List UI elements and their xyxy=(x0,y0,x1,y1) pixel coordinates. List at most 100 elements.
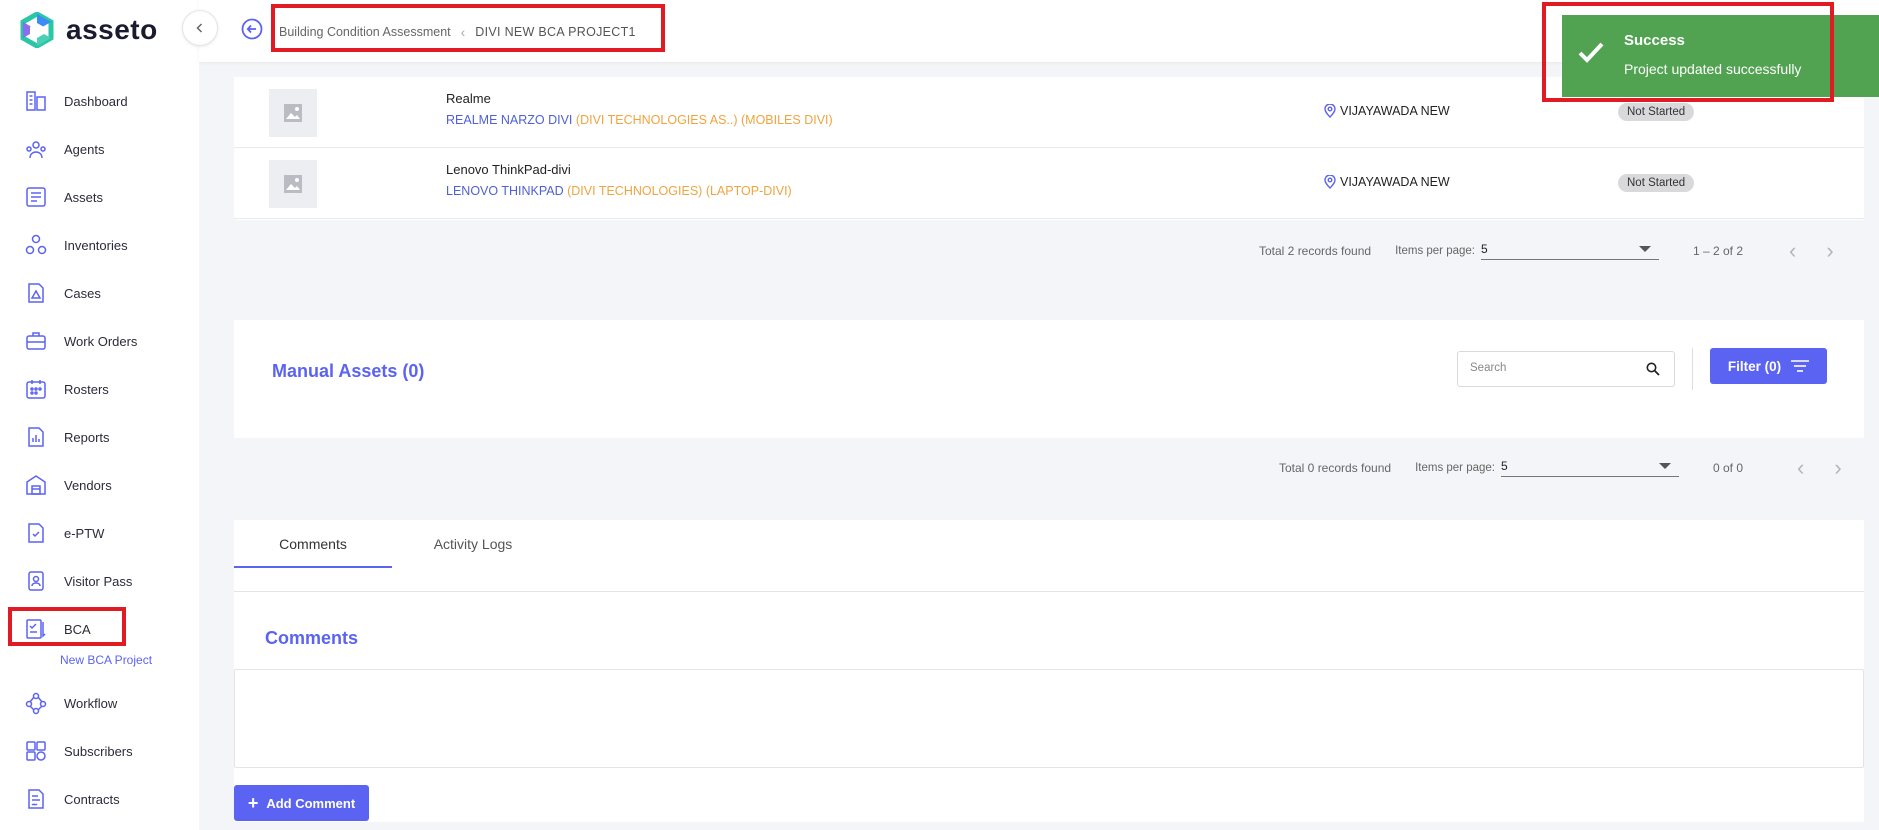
sidebar-item-label: Subscribers xyxy=(64,743,133,759)
records-count: Total 0 records found xyxy=(1279,461,1392,475)
app-logo[interactable]: asseto xyxy=(20,12,158,48)
checkmark-icon xyxy=(1578,42,1604,63)
rosters-icon xyxy=(26,380,46,399)
success-toast[interactable]: Success Project updated successfully xyxy=(1562,15,1879,97)
sidebar-item-label: Dashboard xyxy=(64,93,128,109)
search-icon[interactable] xyxy=(1646,362,1660,376)
vendors-icon xyxy=(26,475,46,495)
toast-title: Success xyxy=(1624,32,1685,49)
page-range: 0 of 0 xyxy=(1712,461,1744,475)
sidebar-item-label: Vendors xyxy=(64,477,112,493)
sidebar-item-cases[interactable]: Cases xyxy=(24,278,101,308)
next-page-button[interactable]: › xyxy=(1826,240,1833,262)
sidebar-item-label: e-PTW xyxy=(64,525,105,541)
sidebar-item-eptw[interactable]: e-PTW xyxy=(24,518,104,548)
status-badge: Not Started xyxy=(1618,174,1695,192)
sidebar-item-workflow[interactable]: Workflow xyxy=(24,688,117,718)
reports-icon xyxy=(28,427,44,447)
previous-page-button[interactable]: ‹ xyxy=(1789,240,1796,262)
next-page-button[interactable]: › xyxy=(1834,457,1841,479)
add-comment-button[interactable]: + Add Comment xyxy=(234,785,369,821)
tab-activity-logs[interactable]: Activity Logs xyxy=(412,522,534,566)
filter-lines-icon xyxy=(1791,360,1810,372)
sidebar-item-label: Work Orders xyxy=(64,333,138,349)
sidebar-item-rosters[interactable]: Rosters xyxy=(24,374,109,404)
breadcrumb: Building Condition Assessment ‹ DIVI NEW… xyxy=(271,14,648,50)
sidebar-subitem-new-bca-project[interactable]: New BCA Project xyxy=(60,653,152,667)
asset-details: REALME NARZO DIVI (DIVI TECHNOLOGIES AS.… xyxy=(446,113,833,127)
asset-location-text: VIJAYAWADA NEW xyxy=(1340,104,1450,118)
toast-message: Project updated successfully xyxy=(1624,61,1802,77)
back-arrow-icon[interactable] xyxy=(241,18,263,40)
sidebar-item-label: Reports xyxy=(64,429,110,445)
asset-model-link[interactable]: REALME NARZO DIVI xyxy=(446,113,572,127)
comments-title: Comments xyxy=(265,628,359,648)
sidebar-item-contracts[interactable]: Contracts xyxy=(24,784,120,814)
location-pin-icon xyxy=(1324,104,1336,118)
asset-company: (DIVI TECHNOLOGIES) xyxy=(567,184,703,198)
app-name: asseto xyxy=(66,14,158,45)
add-comment-label: Add Comment xyxy=(266,795,356,811)
eptw-icon xyxy=(28,523,44,543)
asset-model-link[interactable]: LENOVO THINKPAD xyxy=(446,184,564,198)
breadcrumb-building-condition-assessment[interactable]: Building Condition Assessment xyxy=(279,25,451,39)
comment-textarea[interactable] xyxy=(234,669,1864,768)
asseto-logo-icon xyxy=(20,12,54,48)
previous-page-button[interactable]: ‹ xyxy=(1797,457,1804,479)
chevron-left-icon xyxy=(196,23,203,33)
sidebar-item-label: Inventories xyxy=(64,237,128,253)
divider xyxy=(1692,348,1693,390)
status-badge: Not Started xyxy=(1618,103,1695,121)
sidebar-item-inventories[interactable]: Inventories xyxy=(24,230,128,260)
manual-assets-paginator: Total 0 records found Items per page: 5 … xyxy=(1279,457,1842,479)
collapse-sidebar-button[interactable] xyxy=(182,10,218,46)
page-range: 1 – 2 of 2 xyxy=(1692,244,1744,258)
records-count: Total 2 records found xyxy=(1259,244,1372,258)
items-per-page-select[interactable]: 5 xyxy=(1480,242,1659,260)
sidebar-item-bca[interactable]: BCA xyxy=(24,614,91,644)
work-orders-icon xyxy=(26,332,46,350)
asset-details: LENOVO THINKPAD (DIVI TECHNOLOGIES) (LAP… xyxy=(446,184,792,198)
sidebar-item-subscribers[interactable]: Subscribers xyxy=(24,736,133,766)
dropdown-caret-icon xyxy=(1658,463,1671,469)
manual-assets-title: Manual Assets (0) xyxy=(272,361,425,381)
breadcrumb-current-project: DIVI NEW BCA PROJECT1 xyxy=(475,25,636,39)
image-placeholder-icon xyxy=(284,104,302,122)
asset-company: (DIVI TECHNOLOGIES AS..) xyxy=(575,113,738,127)
asset-name: Realme xyxy=(446,91,491,106)
sidebar-item-vendors[interactable]: Vendors xyxy=(24,470,112,500)
sidebar-item-label: Cases xyxy=(64,285,101,301)
sidebar: asseto Dashboard Agents Assets Inventori… xyxy=(0,0,199,830)
filter-button-label: Filter (0) xyxy=(1727,358,1782,374)
sidebar-item-assets[interactable]: Assets xyxy=(24,182,103,212)
location-pin-icon xyxy=(1324,175,1336,189)
tab-comments[interactable]: Comments xyxy=(234,522,392,568)
items-per-page-value: 5 xyxy=(1480,242,1488,256)
assets-paginator: Total 2 records found Items per page: 5 … xyxy=(1259,240,1834,262)
sidebar-item-label: Workflow xyxy=(64,695,118,711)
asset-location-text: VIJAYAWADA NEW xyxy=(1340,175,1450,189)
sidebar-item-reports[interactable]: Reports xyxy=(24,422,110,452)
filter-button[interactable]: Filter (0) xyxy=(1710,348,1827,384)
workflow-icon xyxy=(25,692,47,715)
items-per-page-label: Items per page: xyxy=(1415,462,1495,474)
table-row[interactable]: Lenovo ThinkPad-divi LENOVO THINKPAD (DI… xyxy=(234,148,1864,219)
asset-name: Lenovo ThinkPad-divi xyxy=(446,162,571,177)
chevron-left-icon: ‹ xyxy=(460,24,466,40)
sidebar-item-label: BCA xyxy=(64,621,91,637)
search-field[interactable] xyxy=(1457,351,1675,387)
image-placeholder-icon xyxy=(284,175,302,193)
items-per-page-value: 5 xyxy=(1500,459,1508,473)
sidebar-item-work-orders[interactable]: Work Orders xyxy=(24,326,137,356)
sidebar-item-agents[interactable]: Agents xyxy=(24,134,104,164)
search-input[interactable] xyxy=(1468,361,1642,375)
dropdown-caret-icon xyxy=(1638,246,1651,252)
sidebar-item-visitor-pass[interactable]: Visitor Pass xyxy=(24,566,132,596)
sidebar-item-label: Rosters xyxy=(64,381,109,397)
asset-thumbnail xyxy=(269,160,317,208)
asset-category: (LAPTOP-DIVI) xyxy=(705,184,792,198)
asset-category: (MOBILES DIVI) xyxy=(741,113,833,127)
items-per-page-select[interactable]: 5 xyxy=(1500,459,1679,477)
sidebar-item-label: Contracts xyxy=(64,791,120,807)
sidebar-item-dashboard[interactable]: Dashboard xyxy=(24,86,128,116)
